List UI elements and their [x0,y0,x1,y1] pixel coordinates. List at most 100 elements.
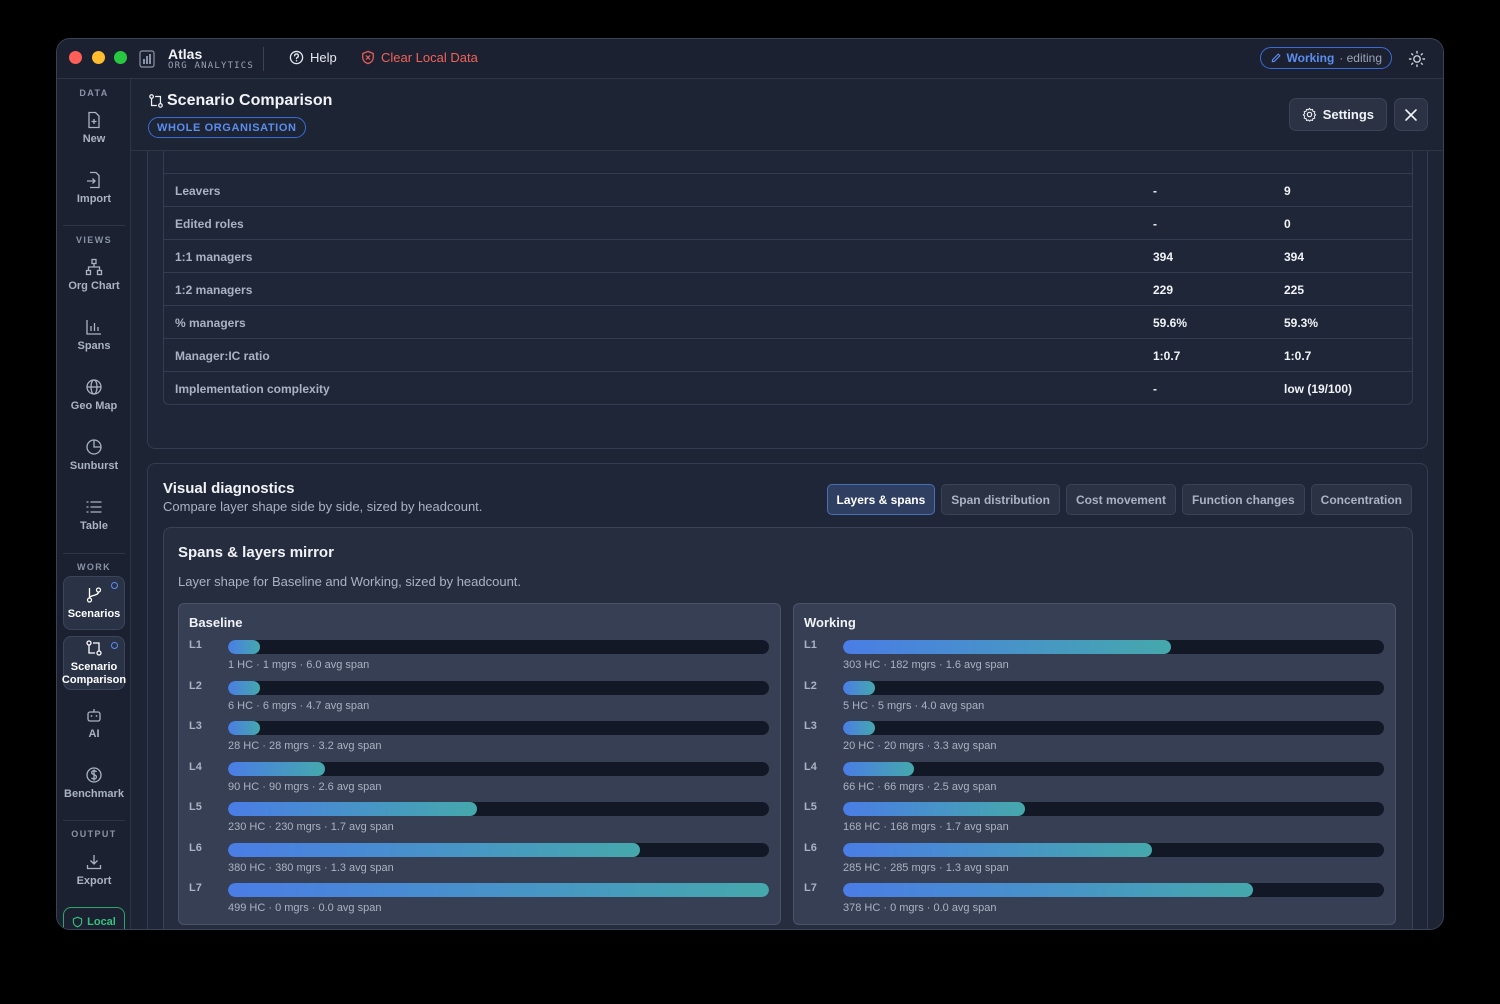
metric-working-value: 1:0.7 [1284,349,1312,363]
layer-tag: L1 [804,639,817,651]
metric-baseline-value: 394 [1153,250,1174,264]
sidebar-item-label: AI [88,727,100,740]
sidebar-item-scenarios[interactable]: Scenarios [63,576,125,630]
layer-row: L6 380 HC · 380 mgrs · 1.3 avg span [189,842,769,882]
window-maximize-button[interactable] [114,51,127,64]
layer-tag: L7 [804,882,817,894]
metrics-card: Leavers - 9 Edited roles - 0 1:1 manager… [147,119,1428,449]
sidebar-section-output: OUTPUT [71,829,117,839]
dollar-circle-icon [86,766,102,783]
comparison-indicator-dot [111,642,118,649]
sidebar-item-sunburst[interactable]: Sunburst [63,428,125,482]
layer-bar-fill [228,883,769,897]
page-title-row: Scenario Comparison [148,92,332,110]
tab-span-distribution[interactable]: Span distribution [941,484,1060,515]
scope-badge[interactable]: WHOLE ORGANISATION [148,117,306,138]
layer-row: L7 499 HC · 0 mgrs · 0.0 avg span [189,882,769,922]
sidebar-item-scenario-comparison[interactable]: Scenario Comparison [62,636,126,690]
layer-bar-fill [843,761,915,776]
sidebar-item-label: Import [76,192,112,205]
layer-stats: 6 HC · 6 mgrs · 4.7 avg span [228,699,370,712]
layer-tag: L1 [189,639,202,651]
layer-tag: L3 [189,720,202,732]
layer-bar-track [843,802,1384,816]
layer-tag: L6 [189,841,202,854]
app-name: Atlas [168,46,203,62]
sidebar-item-label: Spans [77,339,111,352]
layer-stats: 380 HC · 380 mgrs · 1.3 avg span [228,861,394,874]
local-label: Local [87,916,116,928]
layer-bar-track [843,842,1384,857]
settings-label: Settings [1322,107,1374,122]
metric-working-value: 0 [1284,217,1291,231]
sidebar-item-ai[interactable]: AI [63,696,125,750]
layer-bar-fill [228,761,326,776]
sidebar-item-table[interactable]: Table [63,488,125,542]
layer-row: L5 230 HC · 230 mgrs · 1.7 avg span [189,801,769,841]
robot-icon [87,708,101,722]
sidebar-item-export[interactable]: Export [63,843,125,897]
layer-stats: 90 HC · 90 mgrs · 2.6 avg span [228,780,382,793]
shield-x-icon [362,50,374,65]
tab-cost-movement[interactable]: Cost movement [1065,484,1176,515]
mirror-subtitle: Layer shape for Baseline and Working, si… [178,574,522,589]
layer-bar-track [228,842,769,857]
layer-bar-fill [843,640,1172,654]
sidebar-divider [63,820,125,821]
metric-label: Edited roles [175,217,244,231]
sidebar-item-new[interactable]: New [63,101,125,155]
org-chart-icon [85,258,103,275]
import-icon [87,171,100,188]
layer-stats: 230 HC · 230 mgrs · 1.7 avg span [228,821,394,833]
globe-icon [86,378,102,395]
sidebar-item-label: Org Chart [68,279,120,292]
layer-row: L4 66 HC · 66 mgrs · 2.5 avg span [804,761,1384,801]
tab-function-changes[interactable]: Function changes [1181,484,1305,515]
working-panel-title: Working [804,615,856,630]
sidebar-item-benchmark[interactable]: Benchmark [63,756,125,810]
sidebar-item-import[interactable]: Import [63,161,125,215]
sun-icon[interactable] [1408,50,1426,68]
window-close-button[interactable] [69,51,82,64]
settings-button[interactable]: Settings [1288,98,1387,131]
window-minimize-button[interactable] [92,51,105,64]
metric-baseline-value: - [1153,184,1157,198]
layer-tag: L5 [189,801,202,813]
layer-bar-track [843,680,1384,695]
layer-tag: L6 [804,841,817,854]
sidebar-item-org-chart[interactable]: Org Chart [63,248,125,302]
metric-working-value: 9 [1284,184,1291,198]
layer-bar-track [228,802,769,816]
layer-bar-track [843,640,1384,654]
main-content: Scenario Comparison WHOLE ORGANISATION S… [131,79,1443,929]
layer-row: L5 168 HC · 168 mgrs · 1.7 avg span [804,801,1384,841]
clear-local-data-button[interactable]: Clear Local Data [361,50,478,65]
sidebar-item-label: Scenarios [67,607,121,620]
scenario-status-badge[interactable]: Working · editing [1259,47,1392,69]
help-button[interactable]: Help [289,50,337,65]
layer-tag: L7 [189,882,202,894]
metric-working-value: 394 [1284,250,1305,264]
layer-stats: 1 HC · 1 mgrs · 6.0 avg span [228,659,370,671]
sidebar-item-geo-map[interactable]: Geo Map [63,368,125,422]
table-row: Manager:IC ratio 1:0.7 1:0.7 [164,338,1412,371]
layer-stats: 285 HC · 285 mgrs · 1.3 avg span [843,861,1009,874]
sidebar-item-spans[interactable]: Spans [63,308,125,362]
layer-bar-fill [228,640,261,654]
layer-bar-fill [843,680,876,695]
close-button[interactable] [1394,98,1428,131]
local-storage-badge: Local [63,907,125,929]
layer-row: L1 1 HC · 1 mgrs · 6.0 avg span [189,639,769,679]
tab-layers-spans[interactable]: Layers & spans [826,484,936,515]
metric-label: Implementation complexity [175,382,330,396]
table-row: Edited roles - 0 [164,206,1412,239]
layer-tag: L5 [804,801,817,813]
bar-chart-icon [86,319,101,335]
gear-icon [1302,107,1316,122]
layer-row: L7 378 HC · 0 mgrs · 0.0 avg span [804,882,1384,922]
page-header: Scenario Comparison WHOLE ORGANISATION S… [131,79,1443,151]
mirror-title: Spans & layers mirror [178,544,334,561]
layer-bar-fill [228,680,261,695]
tab-concentration[interactable]: Concentration [1310,484,1412,515]
sidebar-item-label: New [82,132,106,145]
